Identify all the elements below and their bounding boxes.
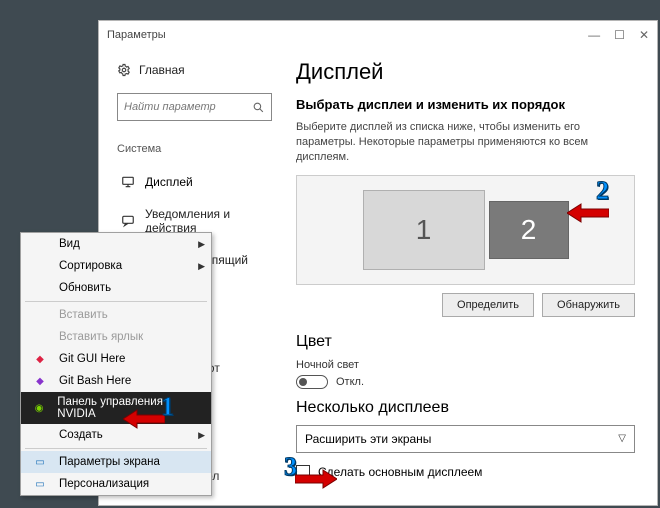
nvidia-icon: ◉ xyxy=(32,401,46,415)
content-pane: Дисплей Выбрать дисплеи и изменить их по… xyxy=(284,49,657,505)
desktop-context-menu: Вид▶ Сортировка▶ Обновить Вставить Встав… xyxy=(20,232,212,496)
git-icon: ◆ xyxy=(33,352,47,366)
sidebar-section-system: Система xyxy=(117,143,272,155)
git-icon: ◆ xyxy=(33,374,47,388)
nightlight-toggle[interactable] xyxy=(296,375,328,389)
window-title: Параметры xyxy=(107,29,166,41)
ctx-new[interactable]: Создать▶ xyxy=(21,424,211,446)
ctx-sep xyxy=(25,301,207,302)
ctx-refresh[interactable]: Обновить xyxy=(21,277,211,299)
search-placeholder: Найти параметр xyxy=(124,101,216,113)
titlebar: Параметры — ☐ ✕ xyxy=(99,21,657,49)
nightlight-toggle-row: Откл. xyxy=(296,375,635,389)
gear-icon xyxy=(117,63,131,77)
maximize-button[interactable]: ☐ xyxy=(614,28,625,42)
ctx-paste-shortcut: Вставить ярлык xyxy=(21,326,211,348)
search-input[interactable]: Найти параметр xyxy=(117,93,272,121)
detect-button[interactable]: Обнаружить xyxy=(542,293,635,317)
multi-display-select[interactable]: Расширить эти экраны ▽ xyxy=(296,425,635,453)
sidebar-item-label: Уведомления и действия xyxy=(145,207,268,235)
ctx-git-bash[interactable]: ◆Git Bash Here xyxy=(21,370,211,392)
ctx-view[interactable]: Вид▶ xyxy=(21,233,211,255)
primary-display-label: Сделать основным дисплеем xyxy=(318,465,482,479)
sidebar-item-label: Дисплей xyxy=(145,175,193,189)
display-buttons: Определить Обнаружить xyxy=(296,293,635,317)
ctx-nvidia[interactable]: ◉Панель управления NVIDIA xyxy=(21,392,211,424)
chat-icon xyxy=(121,214,135,228)
sidebar-home[interactable]: Главная xyxy=(117,63,272,77)
display-1[interactable]: 1 xyxy=(363,190,485,270)
minimize-button[interactable]: — xyxy=(588,28,600,42)
ctx-personalize[interactable]: ▭Персонализация xyxy=(21,473,211,495)
ctx-sep xyxy=(25,448,207,449)
close-button[interactable]: ✕ xyxy=(639,28,649,42)
nightlight-label: Ночной свет xyxy=(296,359,635,371)
window-controls: — ☐ ✕ xyxy=(588,28,649,42)
display-arrangement[interactable]: 1 2 xyxy=(296,175,635,285)
color-heading: Цвет xyxy=(296,333,635,351)
identify-button[interactable]: Определить xyxy=(442,293,534,317)
chevron-right-icon: ▶ xyxy=(198,430,205,441)
search-icon xyxy=(252,101,265,114)
ctx-paste: Вставить xyxy=(21,304,211,326)
primary-display-row: Сделать основным дисплеем xyxy=(296,465,635,479)
monitor-icon: ▭ xyxy=(33,455,47,469)
monitor-icon xyxy=(121,175,135,189)
chevron-right-icon: ▶ xyxy=(198,239,205,250)
ctx-display-settings[interactable]: ▭Параметры экрана xyxy=(21,451,211,473)
page-title: Дисплей xyxy=(296,59,635,85)
nightlight-state: Откл. xyxy=(336,376,364,388)
display-2[interactable]: 2 xyxy=(489,201,569,259)
select-heading: Выбрать дисплеи и изменить их порядок xyxy=(296,97,635,112)
sidebar-home-label: Главная xyxy=(139,63,185,77)
chevron-down-icon: ▽ xyxy=(618,433,626,444)
sidebar-item-display[interactable]: Дисплей xyxy=(117,169,272,195)
select-description: Выберите дисплей из списка ниже, чтобы и… xyxy=(296,120,635,165)
personalize-icon: ▭ xyxy=(33,477,47,491)
multi-heading: Несколько дисплеев xyxy=(296,399,635,417)
primary-display-checkbox[interactable] xyxy=(296,465,310,479)
ctx-git-gui[interactable]: ◆Git GUI Here xyxy=(21,348,211,370)
chevron-right-icon: ▶ xyxy=(198,261,205,272)
ctx-sort[interactable]: Сортировка▶ xyxy=(21,255,211,277)
multi-display-value: Расширить эти экраны xyxy=(305,432,431,446)
